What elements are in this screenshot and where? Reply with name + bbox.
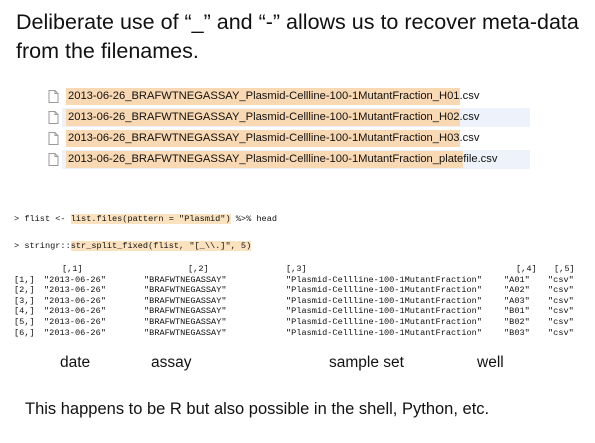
- cell-sample-set: "Plasmid-Cellline-100-1MutantFraction": [286, 274, 482, 285]
- table-row: [1,] "2013-06-26" "BRAFWTNEGASSAY" "Plas…: [14, 275, 575, 286]
- file-ext: file.csv: [463, 153, 498, 165]
- cell-date: "2013-06-26": [44, 306, 106, 317]
- cell-ext: "csv": [548, 327, 574, 338]
- cell-ext: "csv": [548, 316, 574, 327]
- file-stem: 2013-06-26_BRAFWTNEGASSAY_Plasmid-Cellli…: [66, 88, 460, 105]
- cell-date: "2013-06-26": [44, 285, 106, 296]
- cell-assay: "BRAFWTNEGASSAY": [144, 327, 227, 338]
- cell-date: "2013-06-26": [44, 316, 106, 327]
- cell-ext: "csv": [548, 285, 574, 296]
- highlighted-call: str_split_fixed(flist, "[_\\.]", 5): [70, 241, 252, 251]
- cell-ext: "csv": [548, 274, 574, 285]
- file-stem: 2013-06-26_BRAFWTNEGASSAY_Plasmid-Cellli…: [66, 130, 460, 147]
- file-stem: 2013-06-26_BRAFWTNEGASSAY_Plasmid-Cellli…: [66, 109, 460, 126]
- console-output: [,1] [,2] [,3] [,4] [,5] [1,] "2013-06-2…: [14, 254, 575, 348]
- cell-sample-set: "Plasmid-Cellline-100-1MutantFraction": [286, 327, 482, 338]
- cell-well: "A01": [504, 274, 530, 285]
- prompt: > flist <-: [14, 214, 71, 224]
- prompt: > stringr::: [14, 241, 71, 251]
- cell-well: "A02": [504, 285, 530, 296]
- label-date: date: [60, 354, 91, 371]
- footer-note: This happens to be R but also possible i…: [25, 400, 490, 418]
- column-labels: date assay sample set well: [0, 354, 595, 376]
- cell-sample-set: "Plasmid-Cellline-100-1MutantFraction": [286, 316, 482, 327]
- document-icon: [48, 90, 59, 103]
- cell-assay: "BRAFWTNEGASSAY": [144, 285, 227, 296]
- document-icon: [48, 132, 59, 145]
- row-index: [4,]: [14, 306, 35, 317]
- cell-well: "B03": [504, 327, 530, 338]
- cell-date: "2013-06-26": [44, 295, 106, 306]
- row-index: [5,]: [14, 316, 35, 327]
- table-row: [5,] "2013-06-26" "BRAFWTNEGASSAY" "Plas…: [14, 317, 575, 328]
- table-row: [3,] "2013-06-26" "BRAFWTNEGASSAY" "Plas…: [14, 296, 575, 307]
- console-command-1: > flist <- list.files(pattern = "Plasmid…: [14, 214, 277, 224]
- column-header: [,4]: [516, 264, 537, 274]
- column-header: [,5]: [554, 264, 575, 274]
- table-row: [4,] "2013-06-26" "BRAFWTNEGASSAY" "Plas…: [14, 306, 575, 317]
- slide-title: Deliberate use of “_” and “-” allows us …: [16, 10, 579, 63]
- cell-assay: "BRAFWTNEGASSAY": [144, 295, 227, 306]
- output-matrix: [,1] [,2] [,3] [,4] [,5] [1,] "2013-06-2…: [14, 264, 575, 338]
- cell-assay: "BRAFWTNEGASSAY": [144, 274, 227, 285]
- file-ext: .csv: [459, 111, 480, 123]
- matrix-corner: [14, 264, 44, 275]
- column-header: [,3]: [286, 264, 307, 274]
- cell-sample-set: "Plasmid-Cellline-100-1MutantFraction": [286, 285, 482, 296]
- cell-assay: "BRAFWTNEGASSAY": [144, 316, 227, 327]
- document-icon: [48, 111, 59, 124]
- file-row[interactable]: 2013-06-26_BRAFWTNEGASSAY_Plasmid-Cellli…: [48, 129, 528, 148]
- cell-well: "A03": [504, 295, 530, 306]
- label-assay: assay: [151, 354, 192, 371]
- highlighted-call: list.files(pattern = "Plasmid"): [70, 214, 231, 224]
- file-row[interactable]: 2013-06-26_BRAFWTNEGASSAY_Plasmid-Cellli…: [48, 150, 530, 169]
- file-ext: .csv: [459, 90, 480, 102]
- row-index: [3,]: [14, 295, 35, 306]
- label-sample-set: sample set: [329, 354, 404, 371]
- document-icon: [48, 153, 59, 166]
- cell-ext: "csv": [548, 306, 574, 317]
- table-row: [2,] "2013-06-26" "BRAFWTNEGASSAY" "Plas…: [14, 285, 575, 296]
- cell-well: "B02": [504, 316, 530, 327]
- matrix-header-row: [,1] [,2] [,3] [,4] [,5]: [14, 264, 575, 275]
- file-stem: 2013-06-26_BRAFWTNEGASSAY_Plasmid-Cellli…: [66, 151, 464, 168]
- cell-ext: "csv": [548, 295, 574, 306]
- file-row[interactable]: 2013-06-26_BRAFWTNEGASSAY_Plasmid-Cellli…: [48, 108, 530, 127]
- console-command-2: > stringr::str_split_fixed(flist, "[_\\.…: [14, 241, 252, 251]
- cell-date: "2013-06-26": [44, 274, 106, 285]
- command-rest: %>% head: [230, 214, 278, 224]
- file-ext: .csv: [459, 132, 480, 144]
- table-row: [6,] "2013-06-26" "BRAFWTNEGASSAY" "Plas…: [14, 328, 575, 339]
- cell-sample-set: "Plasmid-Cellline-100-1MutantFraction": [286, 306, 482, 317]
- cell-assay: "BRAFWTNEGASSAY": [144, 306, 227, 317]
- cell-date: "2013-06-26": [44, 327, 106, 338]
- cell-well: "B01": [504, 306, 530, 317]
- label-well: well: [477, 354, 504, 371]
- row-index: [2,]: [14, 285, 35, 296]
- cell-sample-set: "Plasmid-Cellline-100-1MutantFraction": [286, 295, 482, 306]
- file-list: 2013-06-26_BRAFWTNEGASSAY_Plasmid-Cellli…: [48, 87, 530, 171]
- column-header: [,2]: [188, 264, 209, 274]
- row-index: [6,]: [14, 327, 35, 338]
- column-header: [,1]: [62, 264, 83, 274]
- row-index: [1,]: [14, 274, 35, 285]
- file-row[interactable]: 2013-06-26_BRAFWTNEGASSAY_Plasmid-Cellli…: [48, 87, 528, 106]
